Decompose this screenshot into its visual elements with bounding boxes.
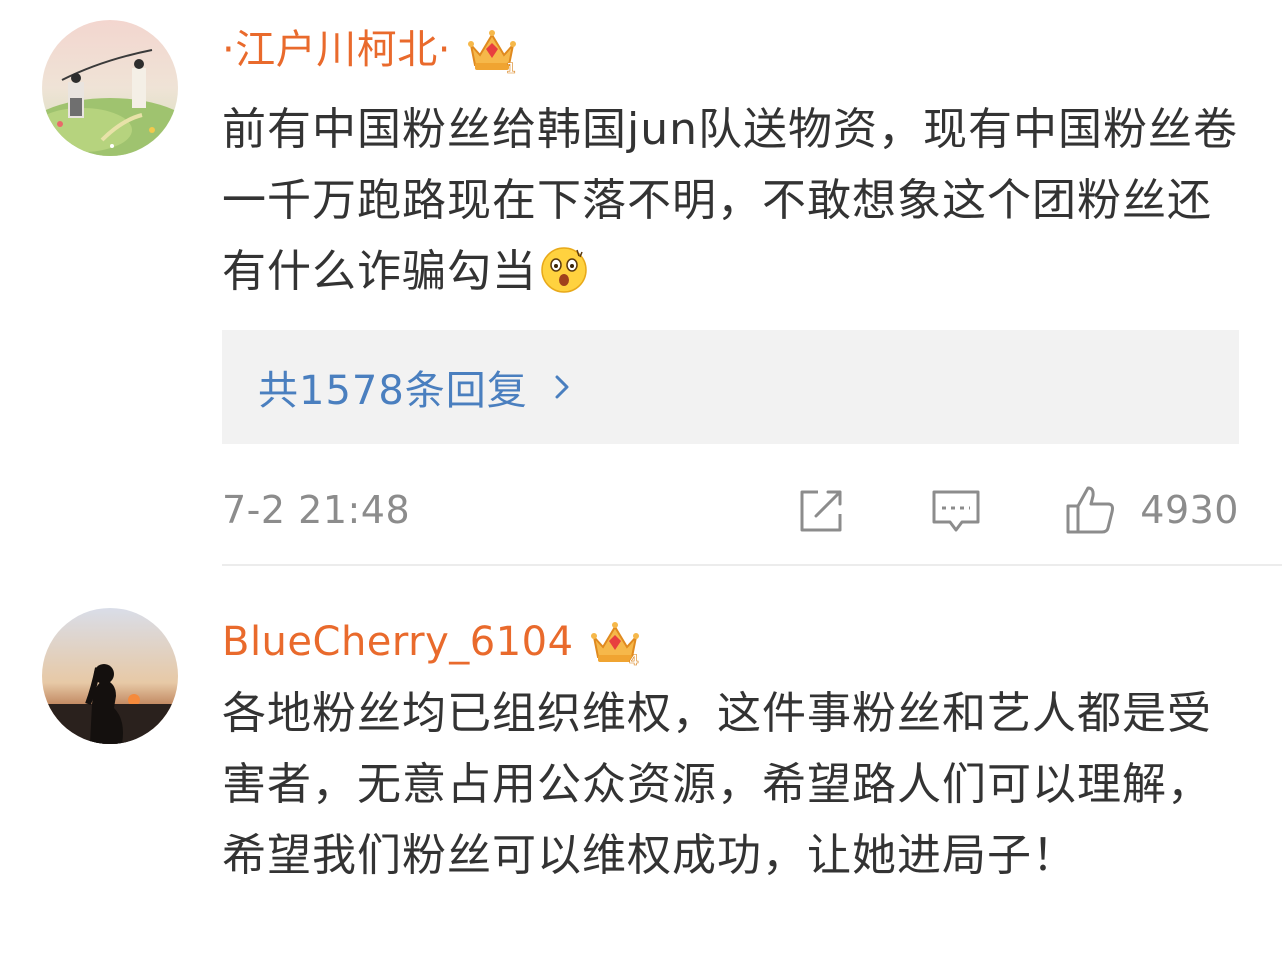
comment-icon[interactable] — [928, 482, 984, 538]
like-count: 4930 — [1140, 488, 1239, 532]
username[interactable]: ·江户川柯北· — [222, 20, 451, 80]
share-icon[interactable] — [794, 482, 850, 538]
surprised-face-emoji-icon — [539, 244, 589, 294]
view-replies-button[interactable]: 共1578条回复 — [222, 330, 1239, 444]
like-thumbs-up-icon[interactable] — [1062, 482, 1118, 538]
chevron-right-icon — [552, 369, 574, 405]
avatar-sunset-icon — [42, 608, 178, 744]
comment-text: 前有中国粉丝给韩国jun队送物资，现有中国粉丝卷一千万跑路现在下落不明，不敢想象… — [222, 94, 1252, 307]
avatar-illustration-icon — [42, 20, 178, 156]
comment-meta-row: 7-2 21:48 4930 — [222, 478, 1239, 542]
comment-text-content: 前有中国粉丝给韩国jun队送物资，现有中国粉丝卷一千万跑路现在下落不明，不敢想象… — [222, 104, 1238, 297]
comment-actions: 4930 — [794, 482, 1239, 538]
comment-text: 各地粉丝均已组织维权，这件事粉丝和艺人都是受害者，无意占用公众资源，希望路人们可… — [222, 688, 1212, 881]
comment-item: BlueCherry_6104 4 各地粉丝均已组织维权，这件事粉丝和艺人都是受… — [0, 566, 1282, 978]
username-row: BlueCherry_6104 4 — [222, 612, 642, 672]
vip-crown-badge-icon: 4 — [588, 615, 642, 669]
username-row: ·江户川柯北· 1 — [222, 20, 519, 80]
username[interactable]: BlueCherry_6104 — [222, 612, 574, 672]
comment-item: ·江户川柯北· 1 前有中国粉丝给韩国jun队送物资，现有中国粉丝卷一千万跑路现… — [0, 0, 1282, 565]
vip-crown-badge-icon: 1 — [465, 23, 519, 77]
avatar[interactable] — [42, 608, 178, 744]
svg-text:1: 1 — [506, 61, 516, 77]
replies-count-label: 共1578条回复 — [258, 368, 528, 414]
avatar[interactable] — [42, 20, 178, 156]
timestamp: 7-2 21:48 — [222, 488, 411, 532]
svg-text:4: 4 — [629, 653, 639, 669]
